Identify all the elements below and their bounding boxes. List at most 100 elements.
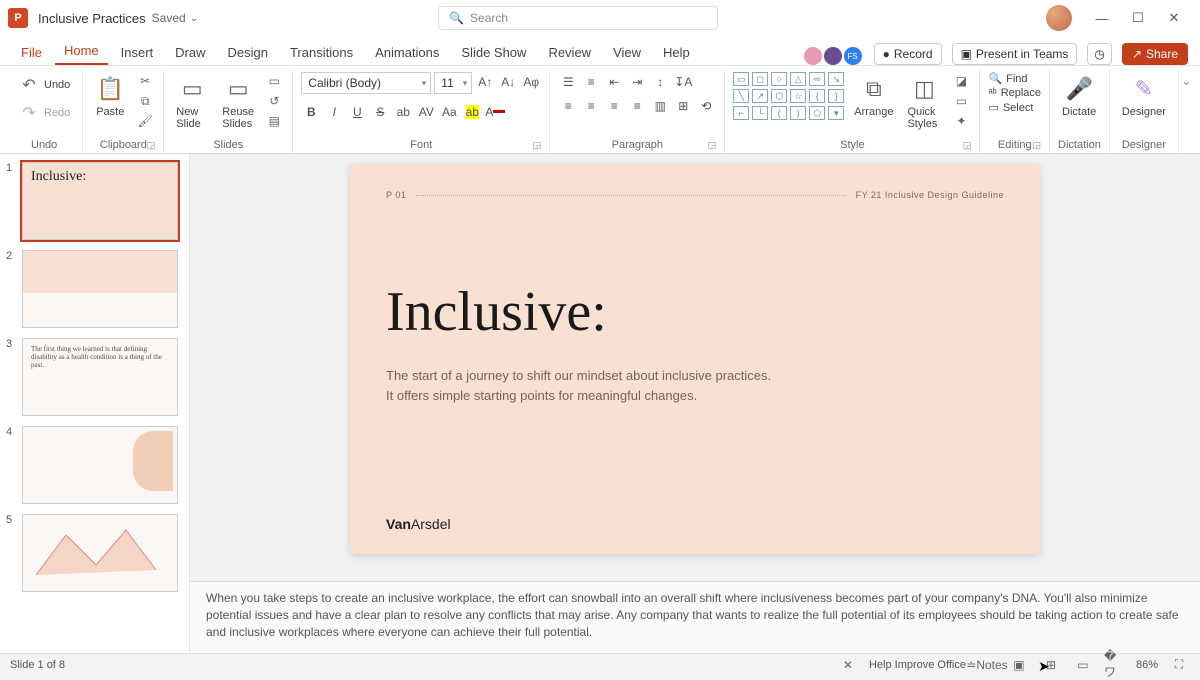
slide-title[interactable]: Inclusive: [386, 280, 1004, 344]
dialog-launcher-icon[interactable]: ◲ [1033, 140, 1042, 151]
menu-view[interactable]: View [604, 40, 650, 65]
fit-to-window-button[interactable]: ⛶ [1168, 656, 1190, 674]
character-spacing-button[interactable]: AV [416, 102, 436, 122]
notes-toggle-button[interactable]: ≐ Notes [976, 656, 998, 674]
thumbnail-4[interactable]: 4 [6, 426, 183, 504]
slide-canvas-area[interactable]: P 01 FY 21 Inclusive Design Guideline In… [190, 154, 1200, 581]
dialog-launcher-icon[interactable]: ◲ [533, 140, 542, 151]
italic-button[interactable]: I [324, 102, 344, 122]
redo-button[interactable]: ↷Redo [14, 100, 74, 126]
share-button[interactable]: ↗Share [1122, 43, 1188, 65]
dialog-launcher-icon[interactable]: ◲ [147, 140, 156, 151]
maximize-button[interactable]: ☐ [1120, 4, 1156, 32]
shape-outline-button[interactable]: ▭ [951, 92, 971, 110]
presence-avatar[interactable] [804, 47, 822, 65]
shape-effects-button[interactable]: ✦ [951, 112, 971, 130]
undo-button[interactable]: ↶Undo [14, 72, 74, 98]
find-button[interactable]: 🔍Find [988, 72, 1041, 85]
menu-design[interactable]: Design [219, 40, 277, 65]
minimize-button[interactable]: — [1084, 4, 1120, 32]
normal-view-button[interactable]: ▣ [1008, 656, 1030, 674]
document-title[interactable]: Inclusive Practices [38, 11, 146, 26]
highlight-button[interactable]: ab [462, 102, 482, 122]
increase-font-button[interactable]: A↑ [475, 72, 495, 92]
new-slide-button[interactable]: ▭New Slide [172, 72, 212, 132]
present-teams-button[interactable]: ▣Present in Teams [952, 43, 1078, 65]
layout-button[interactable]: ▭ [264, 72, 284, 90]
designer-button[interactable]: ✎Designer [1118, 72, 1170, 120]
menu-file[interactable]: File [12, 40, 51, 65]
menu-home[interactable]: Home [55, 38, 108, 65]
numbering-button[interactable]: ≡ [581, 72, 601, 92]
presence-avatar[interactable] [824, 47, 842, 65]
font-color-button[interactable]: A [485, 102, 505, 122]
shadow-button[interactable]: ab [393, 102, 413, 122]
slide-subtitle[interactable]: The start of a journey to shift our mind… [386, 366, 1004, 405]
align-left-button[interactable]: ≡ [558, 96, 578, 116]
menu-help[interactable]: Help [654, 40, 699, 65]
format-painter-button[interactable]: 🖌 [135, 112, 155, 130]
text-direction-button[interactable]: ↧A [673, 72, 693, 92]
decrease-font-button[interactable]: A↓ [498, 72, 518, 92]
quick-styles-button[interactable]: ◫Quick Styles [903, 72, 945, 132]
help-improve-link[interactable]: Help Improve Office [869, 659, 966, 671]
align-text-button[interactable]: ⊞ [673, 96, 693, 116]
presence-avatars[interactable]: FS [804, 47, 862, 65]
dictate-button[interactable]: 🎤Dictate [1058, 72, 1100, 120]
font-size-select[interactable]: 11▾ [434, 72, 472, 94]
search-box[interactable]: 🔍 Search [438, 6, 718, 30]
zoom-level[interactable]: 86% [1136, 659, 1158, 671]
bold-button[interactable]: B [301, 102, 321, 122]
paste-button[interactable]: 📋Paste [91, 72, 129, 120]
shape-fill-button[interactable]: ◪ [951, 72, 971, 90]
menu-transitions[interactable]: Transitions [281, 40, 362, 65]
dialog-launcher-icon[interactable]: ◲ [708, 140, 717, 151]
font-name-select[interactable]: Calibri (Body)▾ [301, 72, 431, 94]
clear-format-button[interactable]: Aφ [521, 72, 541, 92]
replace-button[interactable]: ᵃᵇReplace [988, 87, 1041, 99]
user-avatar[interactable] [1046, 5, 1072, 31]
reset-button[interactable]: ↺ [264, 92, 284, 110]
reading-view-button[interactable]: ▭ [1072, 656, 1094, 674]
menu-review[interactable]: Review [539, 40, 600, 65]
bullets-button[interactable]: ☰ [558, 72, 578, 92]
menu-slideshow[interactable]: Slide Show [452, 40, 535, 65]
change-case-button[interactable]: Aa [439, 102, 459, 122]
collapse-ribbon-button[interactable]: ⌄ [1179, 70, 1194, 153]
section-button[interactable]: ▤ [264, 112, 284, 130]
reuse-slides-button[interactable]: ▭Reuse Slides [218, 72, 258, 132]
chevron-down-icon[interactable]: ⌄ [190, 13, 198, 24]
strike-button[interactable]: S [370, 102, 390, 122]
notes-text[interactable]: When you take steps to create an inclusi… [206, 591, 1179, 639]
slide-brand[interactable]: VanArsdel [386, 516, 451, 532]
menu-animations[interactable]: Animations [366, 40, 448, 65]
align-center-button[interactable]: ≡ [581, 96, 601, 116]
close-button[interactable]: ✕ [1156, 4, 1192, 32]
slide[interactable]: P 01 FY 21 Inclusive Design Guideline In… [350, 164, 1040, 554]
record-button[interactable]: ●Record [874, 43, 942, 65]
thumbnail-2[interactable]: 2 [6, 250, 183, 328]
save-status[interactable]: Saved [152, 11, 186, 25]
copy-button[interactable]: ⧉ [135, 92, 155, 110]
line-spacing-button[interactable]: ↕ [650, 72, 670, 92]
dialog-launcher-icon[interactable]: ◲ [963, 140, 972, 151]
columns-button[interactable]: ▥ [650, 96, 670, 116]
cut-button[interactable]: ✂ [135, 72, 155, 90]
underline-button[interactable]: U [347, 102, 367, 122]
slide-counter[interactable]: Slide 1 of 8 [10, 659, 65, 671]
smartart-button[interactable]: ⟲ [696, 96, 716, 116]
thumbnail-1[interactable]: 1 Inclusive: [6, 162, 183, 240]
slideshow-view-button[interactable]: �ワ [1104, 656, 1126, 674]
menu-draw[interactable]: Draw [166, 40, 214, 65]
decrease-indent-button[interactable]: ⇤ [604, 72, 624, 92]
select-button[interactable]: ▭Select [988, 101, 1041, 114]
arrange-button[interactable]: ⧉Arrange [850, 72, 897, 120]
thumbnail-5[interactable]: 5 [6, 514, 183, 592]
thumbnail-3[interactable]: 3 The first thing we learned is that def… [6, 338, 183, 416]
close-task-icon[interactable]: ✕ [837, 656, 859, 674]
increase-indent-button[interactable]: ⇥ [627, 72, 647, 92]
catch-up-button[interactable]: ◷ [1087, 43, 1111, 65]
justify-button[interactable]: ≡ [627, 96, 647, 116]
align-right-button[interactable]: ≡ [604, 96, 624, 116]
shapes-gallery[interactable]: ▭◻○△⇨↘ ╲↗⬡☆{} ⌐└()⬠▾ [733, 72, 844, 120]
